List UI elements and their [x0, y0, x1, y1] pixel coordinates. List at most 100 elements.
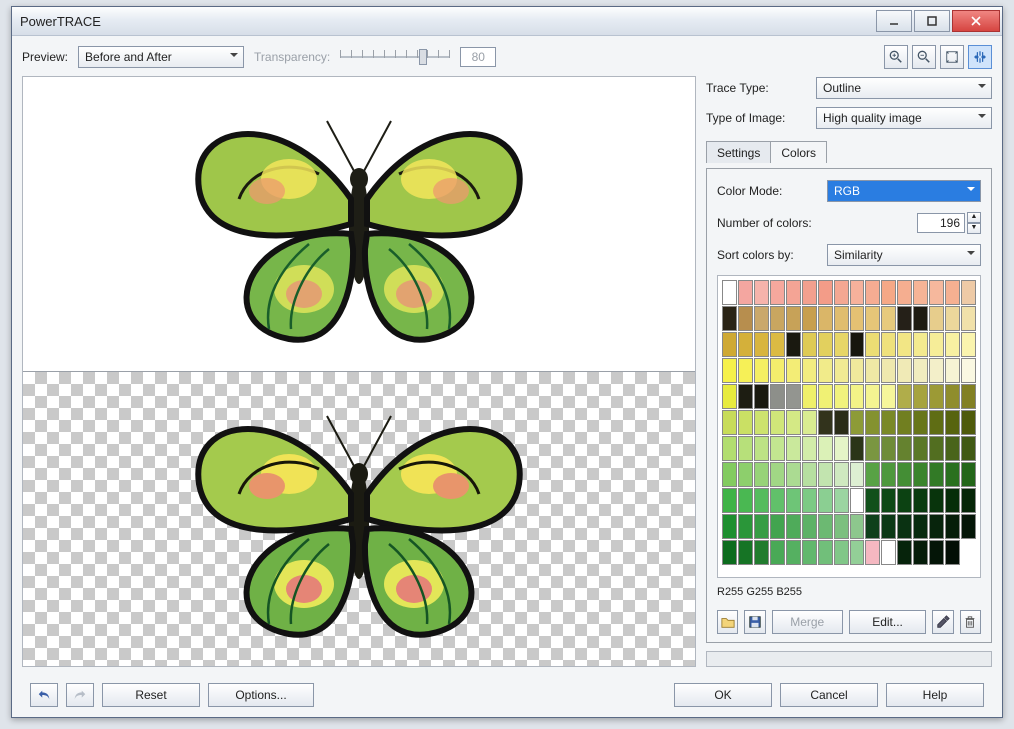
color-swatch[interactable]: [818, 280, 833, 305]
color-swatch[interactable]: [770, 410, 785, 435]
color-swatch[interactable]: [929, 540, 944, 565]
color-swatch[interactable]: [754, 462, 769, 487]
color-swatch[interactable]: [913, 306, 928, 331]
color-swatch[interactable]: [961, 358, 976, 383]
color-swatch[interactable]: [961, 384, 976, 409]
color-swatch[interactable]: [722, 384, 737, 409]
color-swatch[interactable]: [834, 358, 849, 383]
color-swatch[interactable]: [786, 384, 801, 409]
color-swatch[interactable]: [722, 488, 737, 513]
color-swatch[interactable]: [834, 436, 849, 461]
color-swatch[interactable]: [770, 332, 785, 357]
color-swatch[interactable]: [945, 280, 960, 305]
num-colors-spinner[interactable]: 196 ▲▼: [917, 212, 981, 234]
color-swatch[interactable]: [754, 306, 769, 331]
color-swatch[interactable]: [881, 540, 896, 565]
color-swatch[interactable]: [961, 306, 976, 331]
color-swatch[interactable]: [881, 462, 896, 487]
color-swatch[interactable]: [818, 436, 833, 461]
color-swatch[interactable]: [722, 462, 737, 487]
color-swatch[interactable]: [754, 280, 769, 305]
color-swatch[interactable]: [897, 306, 912, 331]
color-swatch[interactable]: [802, 436, 817, 461]
color-swatch[interactable]: [929, 280, 944, 305]
color-swatch[interactable]: [897, 384, 912, 409]
color-swatch[interactable]: [961, 514, 976, 539]
color-swatch[interactable]: [865, 410, 880, 435]
color-swatch[interactable]: [818, 462, 833, 487]
color-swatch[interactable]: [913, 436, 928, 461]
color-swatch[interactable]: [897, 514, 912, 539]
color-swatch[interactable]: [961, 488, 976, 513]
color-swatch[interactable]: [722, 514, 737, 539]
color-swatch[interactable]: [786, 540, 801, 565]
image-type-combo[interactable]: High quality image: [816, 107, 992, 129]
color-swatch[interactable]: [786, 410, 801, 435]
color-swatch[interactable]: [802, 280, 817, 305]
color-swatch[interactable]: [834, 410, 849, 435]
color-swatch[interactable]: [834, 332, 849, 357]
color-swatch[interactable]: [929, 436, 944, 461]
close-button[interactable]: [952, 10, 1000, 32]
color-swatch[interactable]: [881, 332, 896, 357]
color-swatch[interactable]: [850, 280, 865, 305]
color-swatch[interactable]: [834, 462, 849, 487]
color-swatch[interactable]: [865, 332, 880, 357]
color-swatch[interactable]: [850, 306, 865, 331]
color-swatch[interactable]: [722, 540, 737, 565]
color-swatch[interactable]: [897, 488, 912, 513]
color-swatch[interactable]: [945, 358, 960, 383]
color-swatch[interactable]: [834, 306, 849, 331]
color-swatch[interactable]: [850, 358, 865, 383]
color-swatch[interactable]: [929, 462, 944, 487]
color-swatch[interactable]: [786, 358, 801, 383]
zoom-in-button[interactable]: [884, 45, 908, 69]
trace-type-combo[interactable]: Outline: [816, 77, 992, 99]
color-swatch[interactable]: [770, 488, 785, 513]
color-swatch[interactable]: [897, 436, 912, 461]
color-swatch[interactable]: [913, 332, 928, 357]
edit-button[interactable]: Edit...: [849, 610, 927, 634]
color-swatch[interactable]: [929, 488, 944, 513]
color-swatch[interactable]: [929, 514, 944, 539]
color-swatch[interactable]: [722, 280, 737, 305]
color-swatch[interactable]: [850, 462, 865, 487]
color-swatch[interactable]: [913, 280, 928, 305]
color-swatch[interactable]: [961, 410, 976, 435]
color-swatch[interactable]: [738, 488, 753, 513]
color-swatch[interactable]: [738, 514, 753, 539]
color-swatch[interactable]: [913, 358, 928, 383]
color-swatch[interactable]: [738, 280, 753, 305]
color-swatch[interactable]: [945, 462, 960, 487]
color-swatch[interactable]: [865, 462, 880, 487]
color-swatch[interactable]: [802, 540, 817, 565]
color-swatch[interactable]: [818, 488, 833, 513]
color-swatch[interactable]: [834, 514, 849, 539]
color-swatch[interactable]: [865, 436, 880, 461]
num-colors-value[interactable]: 196: [917, 213, 965, 233]
color-swatch[interactable]: [802, 488, 817, 513]
color-swatch[interactable]: [722, 436, 737, 461]
color-swatch[interactable]: [754, 384, 769, 409]
color-swatch[interactable]: [897, 332, 912, 357]
color-swatch[interactable]: [881, 436, 896, 461]
delete-color-button[interactable]: [960, 610, 981, 634]
color-swatch[interactable]: [945, 410, 960, 435]
help-button[interactable]: Help: [886, 683, 984, 707]
color-swatch[interactable]: [929, 306, 944, 331]
spin-up[interactable]: ▲: [967, 212, 981, 223]
color-swatch[interactable]: [738, 332, 753, 357]
color-swatch[interactable]: [929, 332, 944, 357]
options-button[interactable]: Options...: [208, 683, 314, 707]
color-swatch[interactable]: [929, 384, 944, 409]
color-swatch[interactable]: [722, 306, 737, 331]
color-swatch[interactable]: [913, 462, 928, 487]
color-swatch[interactable]: [913, 384, 928, 409]
color-swatch[interactable]: [738, 436, 753, 461]
color-swatch[interactable]: [865, 540, 880, 565]
preview-pane[interactable]: [22, 76, 696, 667]
open-palette-button[interactable]: [717, 610, 738, 634]
color-swatch[interactable]: [818, 540, 833, 565]
color-swatch[interactable]: [850, 436, 865, 461]
color-swatch[interactable]: [850, 332, 865, 357]
